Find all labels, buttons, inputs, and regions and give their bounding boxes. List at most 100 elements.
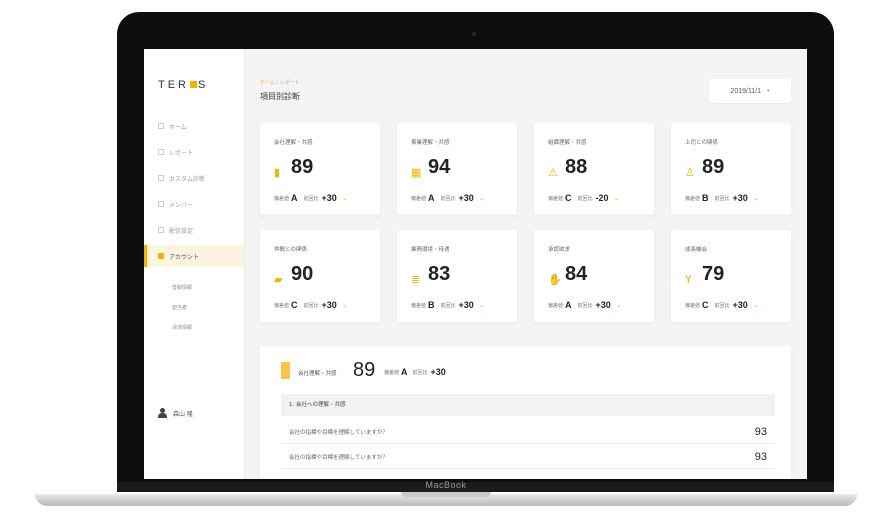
card-footer: 偏差値 C 前回比 +30 ⌄: [685, 300, 759, 310]
metric-card[interactable]: 会社理解・共感 ▮ 89 偏差値 A 前回比 +30 ⌄: [260, 123, 380, 215]
card-title: 仲間との関係: [274, 247, 307, 253]
diff-value: -20: [595, 193, 609, 203]
chevron-down-icon[interactable]: ⌄: [342, 194, 348, 202]
grade-label: 偏差値: [548, 195, 564, 202]
custom-diagnosis-icon: [158, 175, 164, 181]
sidebar-subitem-registration[interactable]: 登録情報: [172, 284, 192, 291]
members-icon: [158, 201, 164, 207]
diff-label: 前回比: [577, 195, 593, 202]
sidebar-item-home[interactable]: ホーム: [144, 115, 244, 137]
card-footer: 偏差値 A 前回比 +30 ⌄: [274, 193, 348, 203]
sidebar: TER S ホーム レポート カスタム診断 メンバー 配信設定 アカウント 登録…: [144, 49, 245, 479]
diff-value: +30: [732, 193, 748, 203]
sidebar-item-delivery-settings[interactable]: 配信設定: [144, 219, 244, 241]
grade-value: B: [428, 300, 435, 310]
grade-value: A: [565, 300, 572, 310]
grade-label: 偏差値: [548, 302, 564, 309]
grade-label: 偏差値: [274, 302, 290, 309]
logo-text-left: TER: [158, 79, 189, 91]
card-footer: 偏差値 A 前回比 +30 ⌄: [548, 300, 622, 310]
laptop-lid: TER S ホーム レポート カスタム診断 メンバー 配信設定 アカウント 登録…: [117, 12, 834, 482]
document-icon: [281, 362, 290, 379]
breadcrumb-separator: /: [276, 80, 279, 86]
breadcrumb-current: レポート: [279, 80, 300, 86]
question-row[interactable]: 会社の指標や目標を理解していますか？ 93: [281, 445, 775, 469]
report-icon: [158, 149, 164, 155]
diff-label: 前回比: [714, 195, 730, 202]
laptop-brand-label: MacBook: [425, 480, 467, 490]
metric-card[interactable]: 組織理解・共感 ⚠ 88 偏差値 C 前回比 -20 ⌄: [534, 123, 654, 215]
grade-label: 偏差値: [384, 369, 400, 376]
card-footer: 偏差値 A 前回比 +30 ⌄: [411, 193, 485, 203]
chevron-down-icon[interactable]: ⌄: [342, 301, 348, 309]
user-profile[interactable]: 森山 隆: [158, 408, 193, 418]
logo-text-right: S: [198, 79, 209, 91]
sidebar-item-members[interactable]: メンバー: [144, 193, 244, 215]
sidebar-item-label: アカウント: [169, 253, 200, 261]
account-icon: [158, 253, 164, 259]
logo-mark-icon: [190, 81, 197, 88]
coins-icon: ≣: [411, 273, 421, 286]
card-title: 事業理解・共感: [411, 140, 450, 146]
breadcrumb: ホーム / レポート: [260, 79, 300, 86]
metric-card[interactable]: 仲間との関係 ▰ 90 偏差値 C 前回比 +30 ⌄: [260, 230, 380, 322]
diff-value: +30: [732, 300, 748, 310]
diff-label: 前回比: [714, 302, 730, 309]
card-score: 89: [291, 156, 314, 178]
grade-value: C: [291, 300, 298, 310]
diff-value: +30: [321, 193, 337, 203]
diff-value: +30: [321, 300, 337, 310]
app-logo[interactable]: TER S: [158, 79, 208, 91]
send-icon: [158, 227, 164, 233]
metric-card[interactable]: 承認欲求 ✋ 84 偏差値 A 前回比 +30 ⌄: [534, 230, 654, 322]
home-icon: [158, 123, 164, 129]
detail-panel: 会社理解・共感 89 偏差値 A 前回比 +30 1. 会社への理解・共感 会社…: [260, 346, 791, 479]
card-score: 83: [428, 263, 451, 285]
card-title: 承認欲求: [548, 247, 571, 253]
card-score: 79: [702, 263, 725, 285]
grade-label: 偏差値: [685, 195, 701, 202]
metric-card[interactable]: 業務環境・待遇 ≣ 83 偏差値 B 前回比 +30 ⌄: [397, 230, 517, 322]
organization-icon: ⚠: [548, 166, 558, 179]
sidebar-subitem-staff[interactable]: 担当者: [172, 304, 187, 311]
metric-card[interactable]: 上司との関係 ♙ 89 偏差値 B 前回比 +30 ⌄: [671, 123, 791, 215]
date-select[interactable]: 2019/11/1 ▾: [709, 79, 791, 103]
chevron-down-icon[interactable]: ⌄: [479, 194, 485, 202]
sidebar-subitem-payment[interactable]: 決済情報: [172, 324, 192, 331]
diff-value: +30: [595, 300, 611, 310]
question-row[interactable]: 会社の指標や目標を理解していますか？ 93: [281, 420, 775, 444]
boss-icon: ♙: [685, 166, 695, 179]
detail-footer: 偏差値 A 前回比 +30: [384, 367, 446, 377]
camera-icon: [472, 32, 476, 36]
grade-label: 偏差値: [274, 195, 290, 202]
diff-label: 前回比: [303, 195, 319, 202]
chevron-down-icon[interactable]: ⌄: [753, 301, 759, 309]
grade-value: B: [702, 193, 709, 203]
question-text: 会社の指標や目標を理解していますか？: [289, 454, 388, 461]
diff-label: 前回比: [412, 369, 428, 376]
document-icon: ▮: [274, 166, 281, 179]
diff-value: +30: [458, 300, 474, 310]
sidebar-item-report[interactable]: レポート: [144, 141, 244, 163]
card-footer: 偏差値 C 前回比 +30 ⌄: [274, 300, 348, 310]
card-footer: 偏差値 B 前回比 +30 ⌄: [685, 193, 759, 203]
chevron-down-icon[interactable]: ⌄: [614, 194, 620, 202]
sidebar-item-custom-diagnosis[interactable]: カスタム診断: [144, 167, 244, 189]
card-title: 成長機会: [685, 247, 708, 253]
sidebar-item-label: ホーム: [169, 123, 187, 131]
diff-value: +30: [458, 193, 474, 203]
team-icon: ▰: [274, 273, 283, 286]
section-header: 1. 会社への理解・共感: [281, 394, 775, 416]
chevron-down-icon[interactable]: ⌄: [616, 301, 622, 309]
app-screen: TER S ホーム レポート カスタム診断 メンバー 配信設定 アカウント 登録…: [144, 49, 807, 479]
metric-card[interactable]: 事業理解・共感 ▦ 94 偏差値 A 前回比 +30 ⌄: [397, 123, 517, 215]
breadcrumb-home[interactable]: ホーム: [260, 80, 275, 86]
sprout-icon: Y: [685, 273, 692, 286]
chevron-down-icon[interactable]: ⌄: [753, 194, 759, 202]
metric-card[interactable]: 成長機会 Y 79 偏差値 C 前回比 +30 ⌄: [671, 230, 791, 322]
chevron-down-icon: ▾: [767, 88, 770, 94]
chevron-down-icon[interactable]: ⌄: [479, 301, 485, 309]
sidebar-item-account[interactable]: アカウント: [144, 245, 244, 267]
card-score: 84: [565, 263, 588, 285]
grade-label: 偏差値: [411, 302, 427, 309]
